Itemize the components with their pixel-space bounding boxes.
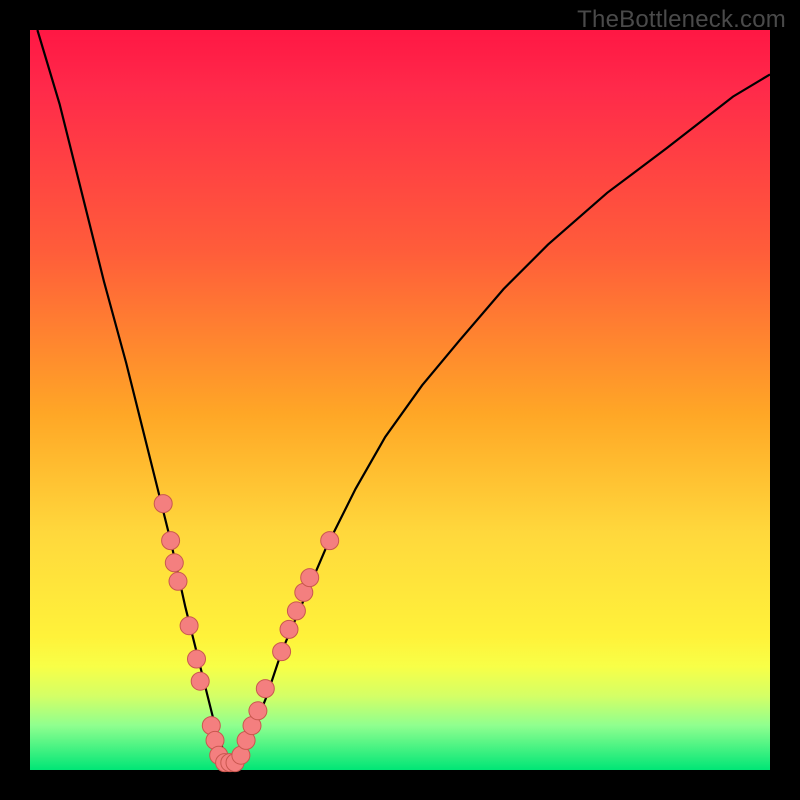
watermark-text: TheBottleneck.com xyxy=(577,6,786,34)
gradient-plot-area xyxy=(30,30,770,770)
